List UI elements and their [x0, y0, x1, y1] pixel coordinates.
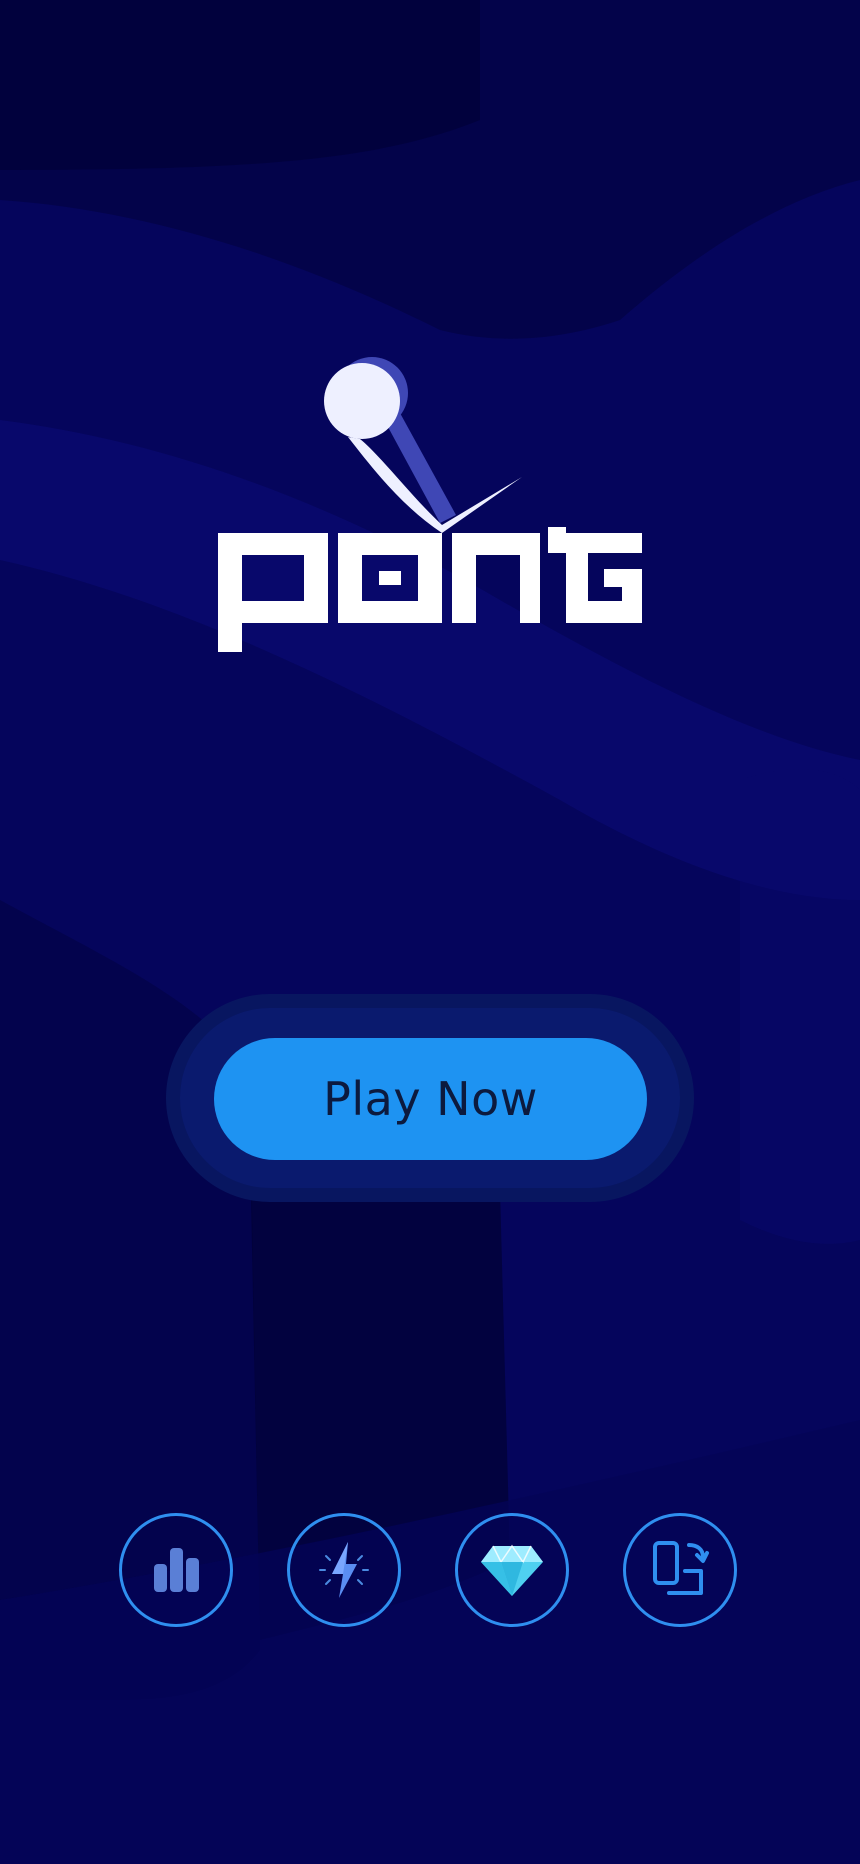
device-switch-icon — [653, 1541, 709, 1595]
leaderboard-button[interactable] — [119, 1513, 233, 1627]
bottom-icon-row — [0, 1513, 860, 1631]
diamond-icon — [481, 1544, 543, 1596]
shop-button[interactable] — [455, 1513, 569, 1627]
game-screen: Play Now — [0, 0, 860, 1864]
play-now-button[interactable]: Play Now — [214, 1038, 647, 1160]
device-switch-button[interactable] — [623, 1513, 737, 1627]
pong-logo — [210, 355, 650, 665]
leaderboard-icon — [154, 1548, 199, 1592]
pong-logo-icon — [218, 357, 642, 652]
lightning-bolt-icon — [319, 1542, 369, 1598]
power-up-button[interactable] — [287, 1513, 401, 1627]
